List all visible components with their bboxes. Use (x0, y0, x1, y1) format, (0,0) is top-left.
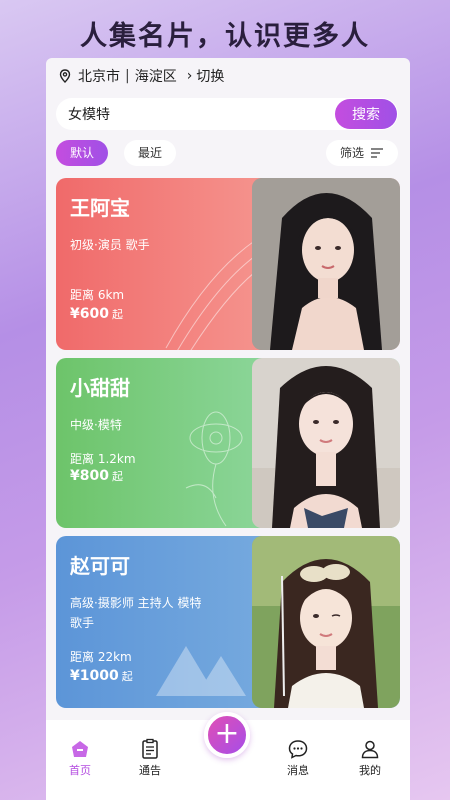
price-unit: 起 (121, 670, 133, 683)
profile-distance: 距离 22km (70, 650, 132, 664)
user-icon (361, 740, 379, 759)
profile-distance: 距离 1.2km (70, 452, 136, 466)
profile-name: 小甜甜 (70, 376, 130, 400)
profile-role: 中级·模特 (70, 418, 122, 432)
switch-label: 切换 (196, 69, 225, 85)
tab-home-label: 首页 (69, 764, 91, 777)
tab-notice-label: 通告 (139, 764, 161, 777)
add-button[interactable]: + (204, 712, 250, 758)
profile-photo (252, 358, 400, 528)
filter-label: 筛选 (339, 146, 364, 160)
profile-name: 王阿宝 (70, 196, 130, 220)
tab-me-label: 我的 (359, 764, 381, 777)
profile-card[interactable]: 小甜甜 中级·模特 距离 1.2km ¥800 起 (56, 358, 400, 528)
card-info: 王阿宝 初级·演员 歌手 (70, 192, 250, 255)
profile-name: 赵可可 (70, 554, 130, 578)
map-pin-icon (59, 69, 71, 83)
card-info: 赵可可 高级·摄影师 主持人 模特 歌手 (70, 550, 250, 633)
home-icon (72, 741, 88, 757)
tab-messages[interactable]: 消息 (268, 738, 328, 778)
profile-role-line1: 高级·摄影师 主持人 模特 (70, 596, 202, 610)
bottom-tab-bar: 首页 通告 + 消息 我的 (46, 712, 410, 800)
profile-photo (252, 536, 400, 708)
tab-me[interactable]: 我的 (340, 738, 400, 778)
price-unit: 起 (111, 470, 123, 483)
profile-card[interactable]: 王阿宝 初级·演员 歌手 距离 6km ¥600 起 (56, 178, 400, 350)
city-label: 北京市 (78, 69, 120, 85)
search-button[interactable]: 搜索 (335, 99, 397, 129)
tab-messages-label: 消息 (287, 764, 309, 777)
district-label: 海淀区 (134, 69, 177, 85)
tab-notice[interactable]: 通告 (120, 738, 180, 778)
chevron-right-icon: › (186, 68, 193, 84)
search-input[interactable] (56, 106, 335, 122)
filter-button[interactable]: 筛选 (325, 140, 398, 166)
profile-role: 初级·演员 歌手 (70, 238, 150, 252)
price-value: ¥600 (70, 306, 109, 322)
profile-price: ¥600 起 (70, 306, 123, 322)
filter-row: 默认 最近 筛选 (56, 140, 398, 166)
chat-bubble-icon (288, 740, 308, 759)
price-value: ¥1000 (70, 668, 119, 684)
page-headline: 人集名片，认识更多人 (80, 21, 370, 52)
app-screen: 北京市 | 海淀区 › 切换 搜索 默认 最近 筛选 王阿宝 (46, 58, 410, 800)
clipboard-icon (142, 738, 158, 759)
search-bar: 搜索 (56, 98, 398, 130)
sort-default-chip[interactable]: 默认 (56, 140, 109, 166)
sort-recent-chip[interactable]: 最近 (124, 140, 177, 166)
card-info: 小甜甜 中级·模特 (70, 372, 250, 435)
profile-photo (252, 178, 400, 350)
tab-home[interactable]: 首页 (50, 738, 110, 778)
price-unit: 起 (111, 308, 123, 321)
filter-lines-icon (371, 148, 383, 158)
price-value: ¥800 (70, 468, 109, 484)
profile-distance: 距离 6km (70, 288, 125, 302)
profile-price: ¥1000 起 (70, 668, 133, 684)
profile-price: ¥800 起 (70, 468, 123, 484)
profile-role-line2: 歌手 (70, 616, 95, 630)
profile-card[interactable]: 赵可可 高级·摄影师 主持人 模特 歌手 距离 22km ¥1000 起 (56, 536, 400, 708)
location-bar[interactable]: 北京市 | 海淀区 › 切换 (58, 66, 224, 86)
switch-location-button[interactable]: › 切换 (187, 66, 225, 86)
location-separator: | (125, 68, 130, 84)
